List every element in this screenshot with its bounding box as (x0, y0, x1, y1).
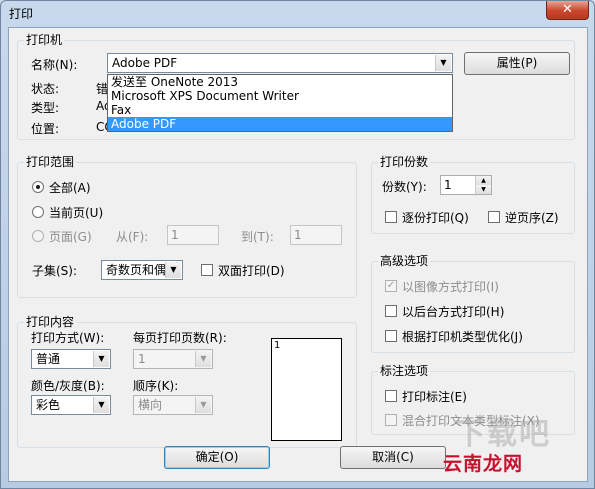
background-print-checkbox[interactable] (385, 305, 397, 317)
dialog-body: 打印机 名称(N): Adobe PDF ▼ 属性(P) 状态: 错 类型: A… (8, 27, 588, 482)
chevron-down-icon[interactable]: ▼ (93, 351, 109, 367)
range-from-value: 1 (171, 228, 179, 242)
copies-spinner[interactable]: ▲ ▼ (475, 176, 491, 196)
spin-down-icon[interactable]: ▼ (476, 185, 491, 194)
order-label: 顺序(K): (133, 379, 179, 393)
color-value: 彩色 (36, 398, 61, 412)
location-label: 位置: (31, 122, 60, 136)
duplex-label[interactable]: 双面打印(D) (218, 262, 285, 279)
printer-name-select[interactable]: Adobe PDF ▼ (107, 53, 453, 73)
watermark-brand: 云南龙网 (443, 453, 524, 475)
chevron-down-icon[interactable]: ▼ (435, 55, 451, 71)
ok-button[interactable]: 确定(O) (164, 446, 270, 469)
print-annotation-checkbox[interactable] (385, 390, 397, 402)
advanced-group-label: 高级选项 (378, 254, 431, 268)
pages-per-sheet-label: 每页打印页数(R): (133, 331, 227, 345)
range-to-value: 1 (294, 228, 302, 242)
page-preview: 1 (271, 338, 342, 441)
printer-option-onenote[interactable]: 发送至 OneNote 2013 (108, 75, 452, 89)
print-as-image-label: 以图像方式打印(I) (402, 280, 499, 294)
type-label: 类型: (31, 101, 60, 115)
pages-per-sheet-select[interactable]: 1 ▼ (133, 349, 213, 369)
window-title: 打印 (9, 7, 34, 21)
cancel-button[interactable]: 取消(C) (340, 446, 446, 469)
watermark-logo: 下载吧 云南龙网 (441, 409, 581, 477)
spin-up-icon[interactable]: ▲ (476, 176, 491, 185)
collate-label[interactable]: 逐份打印(Q) (402, 209, 469, 226)
copies-count-label: 份数(Y): (382, 180, 427, 194)
copies-count-value: 1 (444, 178, 452, 192)
print-as-image-checkbox[interactable]: ✓ (385, 280, 397, 292)
order-select[interactable]: 横向 ▼ (133, 395, 213, 415)
printer-name-value: Adobe PDF (112, 56, 178, 70)
range-current-radio[interactable] (32, 206, 44, 218)
mix-annotation-checkbox[interactable] (385, 414, 397, 426)
printer-group-label: 打印机 (24, 33, 65, 47)
range-pages-radio[interactable] (32, 230, 44, 242)
subset-value: 奇数页和偶 (106, 263, 167, 277)
subset-label: 子集(S): (32, 264, 78, 278)
printer-dropdown-list: 发送至 OneNote 2013 Microsoft XPS Document … (107, 74, 453, 132)
range-from-input[interactable]: 1 (167, 225, 219, 245)
collate-checkbox[interactable] (385, 211, 397, 223)
copies-count-input[interactable]: 1 ▲ ▼ (440, 175, 492, 196)
optimize-checkbox[interactable] (385, 330, 397, 342)
pages-per-sheet-value: 1 (138, 352, 146, 366)
print-mode-select[interactable]: 普通 ▼ (31, 349, 111, 369)
range-to-input[interactable]: 1 (290, 225, 342, 245)
printer-option-adobe-pdf[interactable]: Adobe PDF (108, 117, 452, 131)
range-all-radio[interactable] (32, 181, 44, 193)
range-current-label[interactable]: 当前页(U) (49, 204, 103, 221)
chevron-down-icon[interactable]: ▼ (165, 262, 181, 278)
title-bar[interactable]: 打印 ✕ (1, 1, 594, 25)
print-dialog: 打印 ✕ 打印机 名称(N): Adobe PDF ▼ 属性(P) 状态: 错 … (0, 0, 595, 489)
chevron-down-icon[interactable]: ▼ (195, 397, 211, 413)
status-label: 状态: (31, 82, 60, 96)
optimize-label[interactable]: 根据打印机类型优化(J) (402, 328, 523, 345)
print-annotation-label[interactable]: 打印标注(E) (402, 388, 467, 405)
reverse-order-checkbox[interactable] (488, 211, 500, 223)
range-to-label: 到(T): (241, 230, 274, 244)
print-mode-value: 普通 (36, 352, 61, 366)
chevron-down-icon[interactable]: ▼ (195, 351, 211, 367)
print-content-label: 打印内容 (24, 315, 77, 329)
watermark-text: 下载吧 (455, 417, 551, 452)
print-range-label: 打印范围 (24, 155, 77, 169)
color-select[interactable]: 彩色 ▼ (31, 395, 111, 415)
properties-button[interactable]: 属性(P) (464, 52, 570, 75)
printer-name-label: 名称(N): (31, 58, 78, 72)
preview-page-number: 1 (274, 340, 281, 351)
copies-group-label: 打印份数 (378, 155, 431, 169)
order-value: 横向 (138, 398, 163, 412)
duplex-checkbox[interactable] (201, 264, 213, 276)
subset-select[interactable]: 奇数页和偶 ▼ (101, 260, 183, 280)
printer-option-xps[interactable]: Microsoft XPS Document Writer (108, 89, 452, 103)
printer-option-fax[interactable]: Fax (108, 103, 452, 117)
chevron-down-icon[interactable]: ▼ (93, 397, 109, 413)
color-label: 颜色/灰度(B): (31, 379, 105, 393)
reverse-order-label[interactable]: 逆页序(Z) (505, 209, 559, 226)
close-button[interactable]: ✕ (546, 1, 589, 20)
print-mode-label: 打印方式(W): (31, 331, 105, 345)
range-from-label: 从(F): (116, 230, 149, 244)
annotation-group-label: 标注选项 (378, 364, 431, 378)
background-print-label[interactable]: 以后台方式打印(H) (402, 303, 504, 320)
range-all-label[interactable]: 全部(A) (49, 179, 91, 196)
range-pages-label: 页面(G) (49, 230, 92, 244)
